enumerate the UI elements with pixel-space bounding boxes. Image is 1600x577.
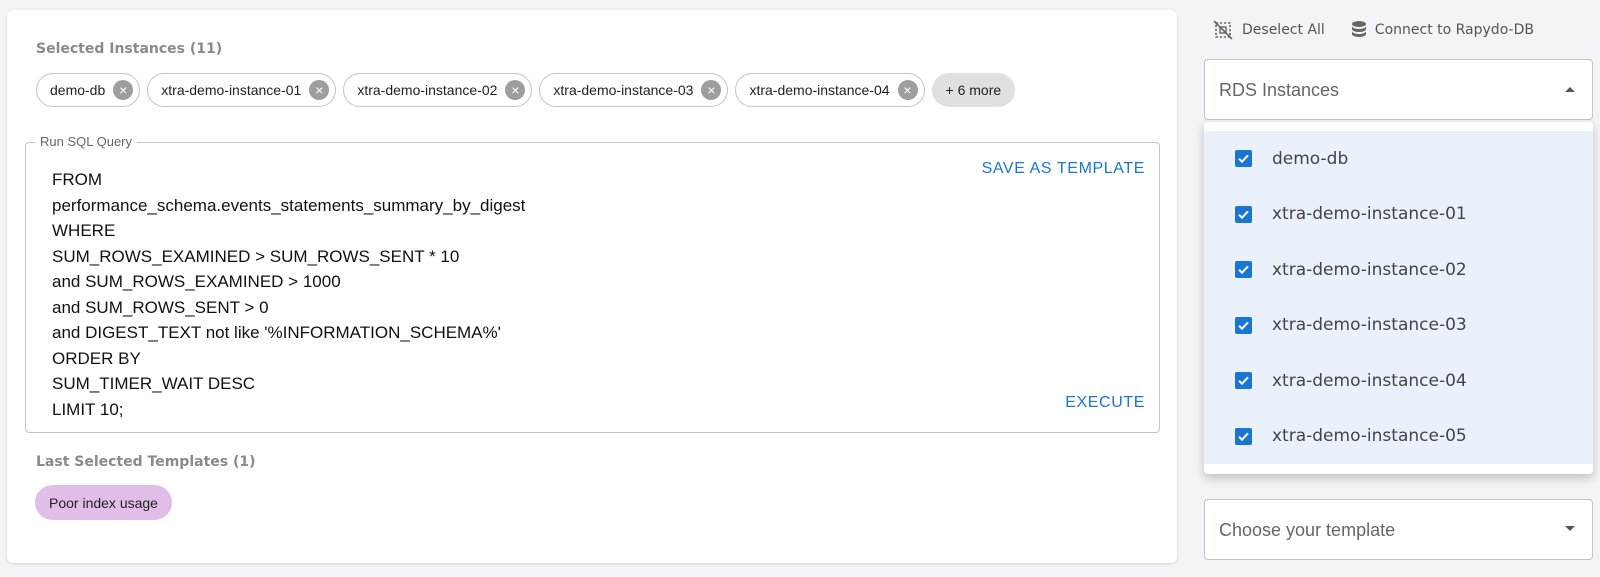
selected-instances-chips: demo-db × xtra-demo-instance-01 × xtra-d… bbox=[36, 73, 1016, 107]
deselect-icon bbox=[1213, 20, 1233, 40]
selected-instances-label: Selected Instances (11) bbox=[36, 41, 223, 57]
checkbox-checked-icon[interactable] bbox=[1235, 316, 1252, 334]
sql-query-text[interactable]: FROM performance_schema.events_statement… bbox=[52, 167, 525, 422]
chip-cancel-icon[interactable]: × bbox=[701, 80, 722, 100]
sql-query-field[interactable]: Run SQL Query FROM performance_schema.ev… bbox=[25, 134, 1160, 433]
connect-rapydo-button[interactable]: Connect to Rapydo-DB bbox=[1351, 19, 1534, 41]
checkbox-checked-icon[interactable] bbox=[1235, 205, 1252, 223]
chip-cancel-icon[interactable]: × bbox=[309, 80, 330, 100]
deselect-all-label: Deselect All bbox=[1242, 22, 1325, 38]
chip-cancel-icon[interactable]: × bbox=[113, 80, 134, 100]
rds-option-label: xtra-demo-instance-03 bbox=[1272, 315, 1467, 336]
rds-option-label: xtra-demo-instance-04 bbox=[1272, 370, 1467, 391]
rds-option[interactable]: xtra-demo-instance-04 bbox=[1204, 353, 1593, 409]
rds-option[interactable]: xtra-demo-instance-03 bbox=[1204, 298, 1593, 354]
rds-option[interactable]: xtra-demo-instance-05 bbox=[1204, 409, 1593, 465]
last-templates-label: Last Selected Templates (1) bbox=[36, 454, 256, 470]
rds-instances-label: RDS Instances bbox=[1219, 80, 1340, 100]
top-actions: Deselect All Connect to Rapydo-DB bbox=[1212, 19, 1534, 41]
chip-label: xtra-demo-instance-03 bbox=[553, 82, 694, 98]
chip-label: demo-db bbox=[50, 82, 106, 98]
chip-label: xtra-demo-instance-02 bbox=[357, 82, 498, 98]
template-select[interactable]: Choose your template bbox=[1204, 499, 1593, 560]
checkbox-checked-icon[interactable] bbox=[1235, 150, 1252, 168]
arrow-down-icon bbox=[1565, 526, 1575, 531]
checkbox-checked-icon[interactable] bbox=[1235, 427, 1252, 445]
rds-option-label: xtra-demo-instance-05 bbox=[1272, 426, 1467, 447]
chip-label: xtra-demo-instance-01 bbox=[161, 82, 302, 98]
main-panel: Selected Instances (11) demo-db × xtra-d… bbox=[7, 10, 1177, 563]
rds-instances-dropdown: demo-db xtra-demo-instance-01 xtra-demo-… bbox=[1204, 122, 1593, 474]
instance-chip[interactable]: xtra-demo-instance-01 × bbox=[147, 73, 337, 107]
chip-cancel-icon[interactable]: × bbox=[897, 80, 918, 100]
instance-chip[interactable]: xtra-demo-instance-03 × bbox=[539, 73, 729, 107]
template-chip[interactable]: Poor index usage bbox=[35, 485, 172, 520]
chip-cancel-icon[interactable]: × bbox=[505, 80, 526, 100]
checkbox-checked-icon[interactable] bbox=[1235, 372, 1252, 390]
rds-option[interactable]: xtra-demo-instance-01 bbox=[1204, 187, 1593, 243]
save-as-template-button[interactable]: SAVE AS TEMPLATE bbox=[982, 160, 1145, 178]
rds-option[interactable]: demo-db bbox=[1204, 131, 1593, 187]
sql-query-legend: Run SQL Query bbox=[35, 134, 138, 149]
rds-option-label: xtra-demo-instance-01 bbox=[1272, 204, 1467, 225]
checkbox-checked-icon[interactable] bbox=[1235, 261, 1252, 279]
instance-chip[interactable]: xtra-demo-instance-04 × bbox=[735, 73, 925, 107]
instance-chip[interactable]: xtra-demo-instance-02 × bbox=[343, 73, 533, 107]
database-icon bbox=[1351, 21, 1366, 37]
connect-rapydo-label: Connect to Rapydo-DB bbox=[1374, 22, 1534, 38]
execute-button[interactable]: EXECUTE bbox=[1065, 394, 1145, 412]
rds-options-list: demo-db xtra-demo-instance-01 xtra-demo-… bbox=[1204, 131, 1593, 464]
template-select-placeholder: Choose your template bbox=[1219, 520, 1396, 540]
instance-chip[interactable]: demo-db × bbox=[36, 73, 141, 107]
chip-label: xtra-demo-instance-04 bbox=[749, 82, 890, 98]
rds-option[interactable]: xtra-demo-instance-02 bbox=[1204, 242, 1593, 298]
rds-option-label: xtra-demo-instance-02 bbox=[1272, 259, 1467, 280]
arrow-up-icon bbox=[1565, 87, 1575, 92]
more-instances-chip[interactable]: + 6 more bbox=[931, 73, 1016, 107]
rds-instances-select[interactable]: RDS Instances bbox=[1204, 59, 1593, 120]
rds-option-label: demo-db bbox=[1272, 148, 1349, 169]
deselect-all-button[interactable]: Deselect All bbox=[1212, 19, 1325, 41]
